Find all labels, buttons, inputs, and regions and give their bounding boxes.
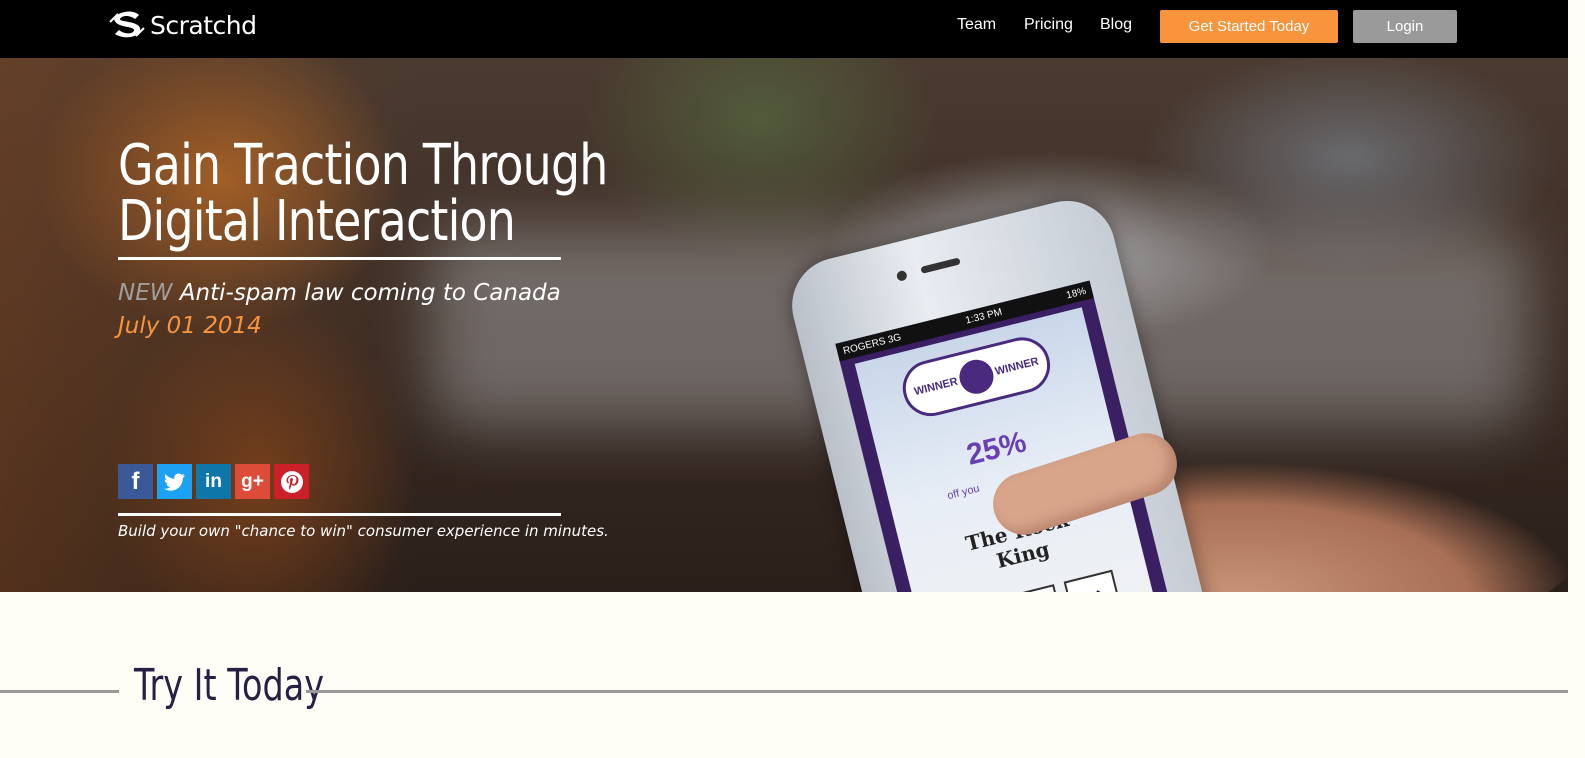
section-title: Try It Today bbox=[134, 660, 324, 711]
google-plus-icon[interactable]: g+ bbox=[235, 464, 270, 499]
brand-name: Scratchd bbox=[150, 10, 257, 40]
get-started-button[interactable]: Get Started Today bbox=[1160, 10, 1338, 43]
page-scrollbar[interactable] bbox=[1568, 0, 1585, 758]
login-button[interactable]: Login bbox=[1353, 10, 1457, 43]
phone-camera bbox=[895, 269, 908, 282]
seal-icon bbox=[955, 356, 998, 398]
twitter-icon[interactable] bbox=[157, 464, 192, 499]
section-rule-right bbox=[306, 690, 1568, 693]
nav-link-pricing[interactable]: Pricing bbox=[1024, 16, 1073, 34]
section-rule-left bbox=[0, 690, 119, 693]
top-navigation-bar: Scratchd Team Pricing Blog Get Started T… bbox=[0, 0, 1585, 58]
headline-line-2: Digital Interaction bbox=[118, 189, 516, 254]
hero-tagline: Build your own "chance to win" consumer … bbox=[118, 522, 609, 540]
discount-subtext: off you bbox=[946, 482, 981, 503]
headline-line-1: Gain Traction Through bbox=[118, 133, 608, 198]
gift-icon: ▣ bbox=[1005, 584, 1067, 592]
news-text: Anti-spam law coming to Canada bbox=[179, 280, 561, 306]
social-links: f in g+ bbox=[118, 464, 309, 499]
winner-badge: WINNER WINNER bbox=[896, 331, 1056, 423]
nav-link-team[interactable]: Team bbox=[957, 16, 996, 34]
tagline-divider bbox=[118, 513, 561, 516]
nav-link-blog[interactable]: Blog bbox=[1100, 16, 1132, 34]
hero-banner: ROGERS 3G 1:33 PM 18% WINNER WINNER 25% … bbox=[0, 58, 1568, 592]
linkedin-icon[interactable]: in bbox=[196, 464, 231, 499]
pinterest-icon[interactable] bbox=[274, 464, 309, 499]
news-date: July 01 2014 bbox=[118, 313, 262, 339]
battery-label: 18% bbox=[1065, 285, 1088, 301]
news-tag: NEW bbox=[118, 280, 173, 306]
news-line: NEW Anti-spam law coming to Canada bbox=[118, 280, 561, 306]
brand-logo[interactable]: Scratchd bbox=[108, 8, 257, 42]
carrier-label: ROGERS 3G bbox=[841, 331, 903, 357]
headline-divider bbox=[118, 257, 561, 260]
time-label: 1:33 PM bbox=[964, 306, 1004, 327]
phone-speaker bbox=[920, 257, 961, 274]
badge-right-text: WINNER bbox=[993, 355, 1040, 378]
badge-left-text: WINNER bbox=[912, 375, 960, 399]
close-icon: ✕ bbox=[1063, 569, 1125, 592]
scratchd-logo-icon bbox=[109, 11, 145, 38]
hero-headline: Gain Traction Through Digital Interactio… bbox=[118, 133, 608, 254]
facebook-icon[interactable]: f bbox=[118, 464, 153, 499]
